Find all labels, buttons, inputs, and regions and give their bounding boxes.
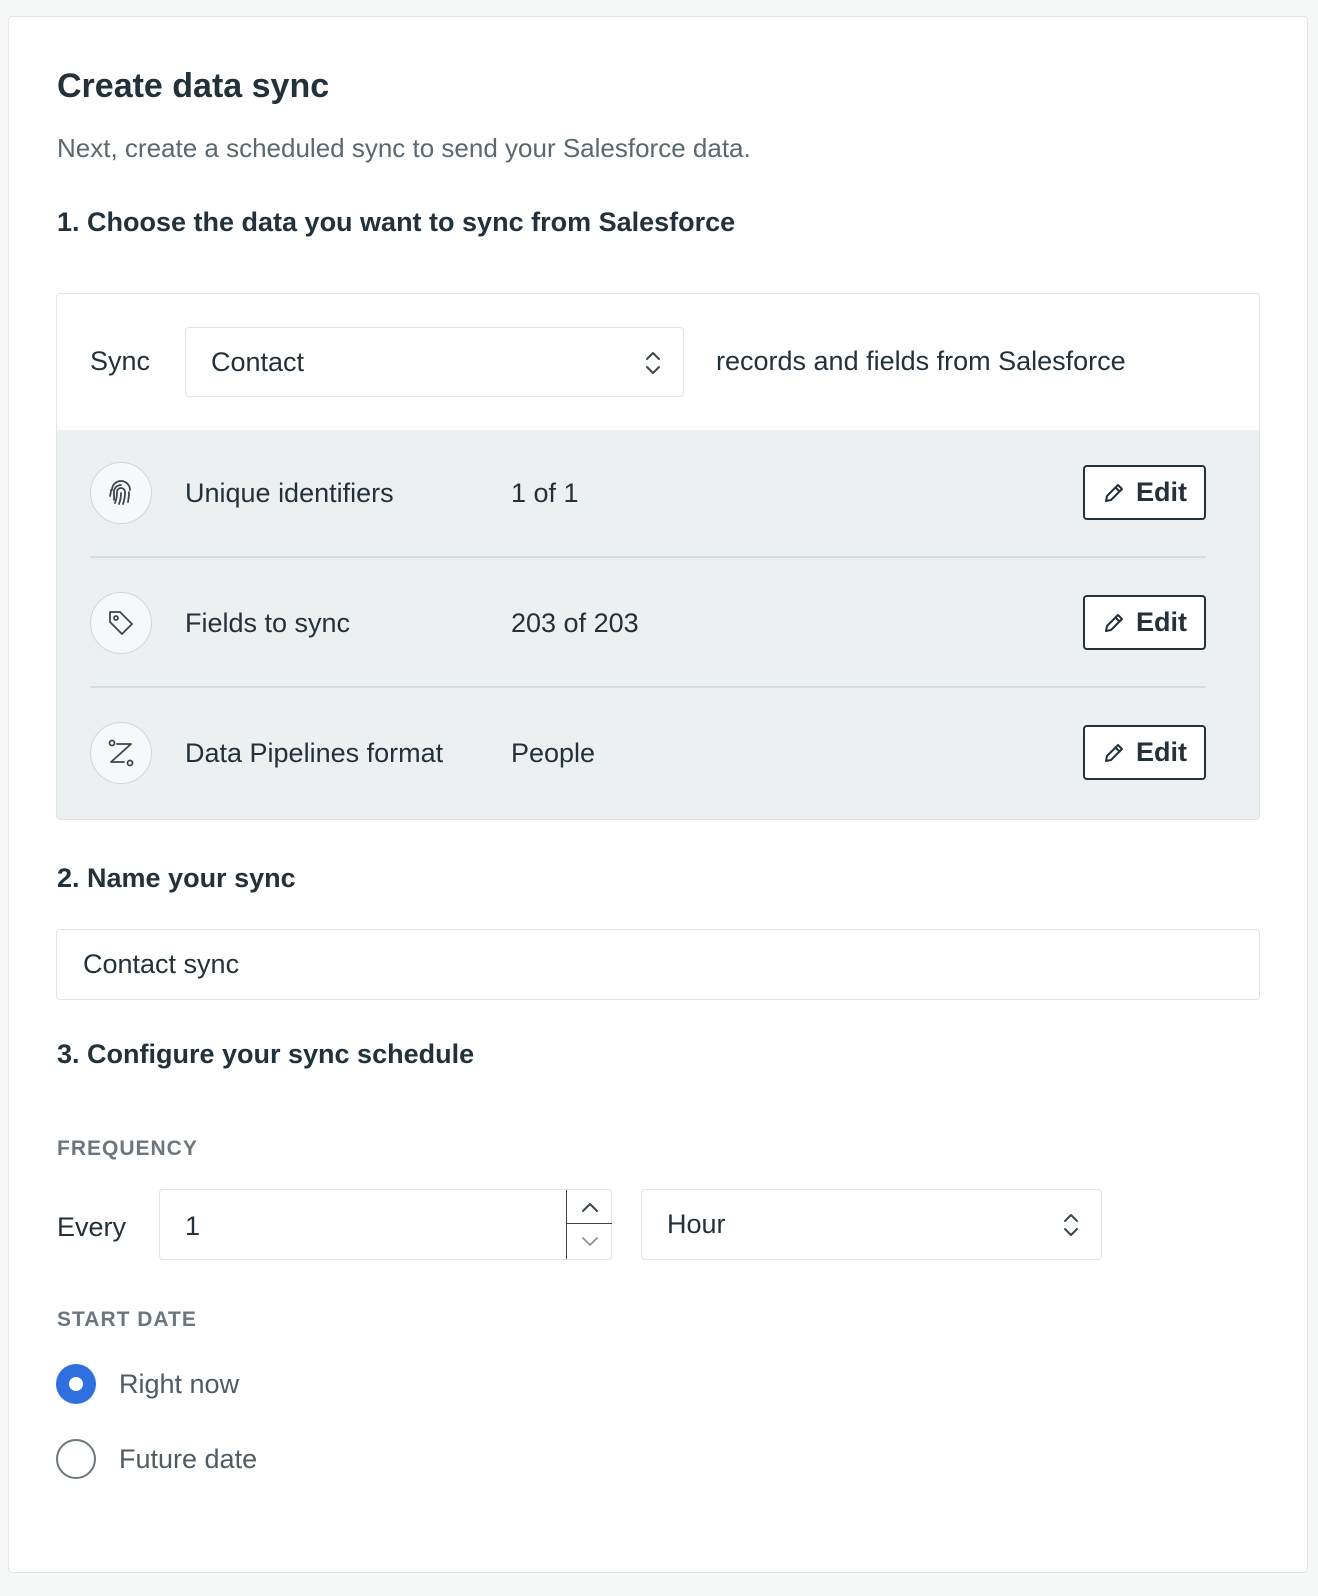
interval-value: 1 — [185, 1211, 201, 1241]
edit-data-pipelines-format-button[interactable]: Edit — [1083, 725, 1206, 780]
page-title: Create data sync — [57, 67, 330, 105]
pencil-icon — [1105, 743, 1123, 762]
row-label: Unique identifiers — [185, 478, 394, 508]
edit-button-label: Edit — [1136, 737, 1187, 767]
object-select-value: Contact — [211, 347, 305, 377]
radio-right-now[interactable] — [56, 1364, 96, 1404]
step1-heading: 1. Choose the data you want to sync from… — [57, 207, 736, 237]
data-selection-box: Sync Contact records and fields from Sal… — [56, 293, 1260, 820]
row-value: 1 of 1 — [511, 478, 579, 508]
edit-button-label: Edit — [1136, 477, 1187, 507]
step3-heading: 3. Configure your sync schedule — [57, 1039, 475, 1069]
sync-name-input[interactable] — [56, 929, 1260, 1000]
radio-label: Right now — [119, 1369, 240, 1399]
row-value: 203 of 203 — [511, 608, 639, 638]
every-label: Every — [57, 1212, 127, 1242]
mapping-rows: Unique identifiers 1 of 1 Edit Fields to… — [57, 430, 1259, 819]
tag-icon — [90, 592, 152, 654]
row-value: People — [511, 738, 596, 768]
row-label: Data Pipelines format — [185, 738, 444, 768]
frequency-label: FREQUENCY — [57, 1137, 198, 1160]
chevron-updown-icon — [646, 352, 660, 374]
pencil-icon — [1105, 613, 1123, 632]
chevron-up-icon — [581, 1202, 598, 1212]
edit-unique-identifiers-button[interactable]: Edit — [1083, 465, 1206, 520]
radio-label: Future date — [119, 1444, 258, 1474]
create-data-sync-card: Create data sync Next, create a schedule… — [8, 16, 1308, 1573]
sync-suffix-text: records and fields from Salesforce — [716, 346, 1126, 376]
unique-identifiers-row: Unique identifiers 1 of 1 Edit — [90, 430, 1206, 558]
data-pipelines-format-row: Data Pipelines format People Edit — [90, 690, 1206, 818]
object-select[interactable]: Contact — [185, 327, 684, 397]
page-subtitle: Next, create a scheduled sync to send yo… — [57, 133, 751, 163]
unit-select-value: Hour — [667, 1209, 726, 1239]
fields-to-sync-row: Fields to sync 203 of 203 Edit — [90, 560, 1206, 688]
interval-stepper — [566, 1190, 612, 1259]
fingerprint-icon — [90, 462, 152, 524]
row-label: Fields to sync — [185, 608, 351, 638]
stepper-decrement-button[interactable] — [567, 1225, 612, 1259]
interval-number-input[interactable]: 1 — [159, 1189, 612, 1260]
stepper-increment-button[interactable] — [567, 1190, 612, 1224]
pencil-icon — [1105, 483, 1123, 502]
chevron-updown-icon — [1064, 1214, 1078, 1236]
edit-button-label: Edit — [1136, 607, 1187, 637]
edit-fields-to-sync-button[interactable]: Edit — [1083, 595, 1206, 650]
radio-future-date[interactable] — [56, 1439, 96, 1479]
start-date-label: START DATE — [57, 1308, 197, 1331]
step2-heading: 2. Name your sync — [57, 863, 296, 893]
sync-label: Sync — [90, 346, 151, 376]
frequency-unit-select[interactable]: Hour — [641, 1189, 1102, 1260]
sync-object-row: Sync Contact records and fields from Sal… — [57, 294, 1259, 430]
chevron-down-icon — [581, 1237, 598, 1246]
mapping-icon — [90, 722, 152, 784]
